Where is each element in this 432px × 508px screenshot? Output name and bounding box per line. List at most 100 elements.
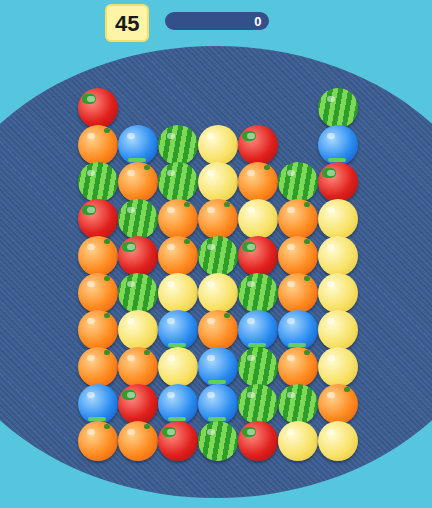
shine-icon bbox=[207, 244, 215, 250]
leaf-icon bbox=[104, 313, 110, 318]
watermelon-piece[interactable] bbox=[278, 162, 318, 202]
watermelon-piece[interactable] bbox=[158, 125, 198, 165]
empty-cell bbox=[278, 125, 318, 165]
lemon-piece[interactable] bbox=[158, 347, 198, 387]
orange-piece[interactable] bbox=[78, 236, 118, 276]
lemon-piece[interactable] bbox=[198, 273, 238, 313]
orange-piece[interactable] bbox=[78, 310, 118, 350]
orange-piece[interactable] bbox=[278, 199, 318, 239]
watermelon-piece[interactable] bbox=[118, 199, 158, 239]
watermelon-piece[interactable] bbox=[278, 384, 318, 424]
lemon-piece[interactable] bbox=[278, 421, 318, 461]
leaf-icon bbox=[304, 239, 310, 244]
blueberry-piece[interactable] bbox=[318, 125, 358, 165]
lemon-piece[interactable] bbox=[318, 421, 358, 461]
shine-icon bbox=[127, 207, 135, 213]
orange-piece[interactable] bbox=[318, 384, 358, 424]
leaf-icon bbox=[304, 276, 310, 281]
orange-piece[interactable] bbox=[118, 421, 158, 461]
watermelon-piece[interactable] bbox=[118, 273, 158, 313]
watermelon-piece[interactable] bbox=[198, 236, 238, 276]
lemon-piece[interactable] bbox=[158, 273, 198, 313]
strawberry-piece[interactable] bbox=[238, 236, 278, 276]
strawberry-piece[interactable] bbox=[158, 421, 198, 461]
strawberry-piece[interactable] bbox=[238, 421, 278, 461]
orange-piece[interactable] bbox=[158, 199, 198, 239]
lemon-piece[interactable] bbox=[118, 310, 158, 350]
orange-piece[interactable] bbox=[118, 162, 158, 202]
orange-piece[interactable] bbox=[278, 273, 318, 313]
empty-cell bbox=[118, 88, 158, 128]
orange-piece[interactable] bbox=[158, 236, 198, 276]
shine-icon bbox=[207, 355, 215, 361]
leaf-icon bbox=[104, 239, 110, 244]
watermelon-piece[interactable] bbox=[158, 162, 198, 202]
leaf-icon bbox=[104, 276, 110, 281]
game-screen: 450 bbox=[0, 0, 432, 508]
lemon-piece[interactable] bbox=[238, 199, 278, 239]
strawberry-piece[interactable] bbox=[118, 236, 158, 276]
leaf-icon bbox=[184, 202, 190, 207]
shine-icon bbox=[247, 392, 255, 398]
blueberry-piece[interactable] bbox=[158, 384, 198, 424]
leaf-icon bbox=[104, 424, 110, 429]
board-row bbox=[78, 199, 432, 236]
shine-icon bbox=[287, 244, 295, 250]
lemon-piece[interactable] bbox=[198, 162, 238, 202]
orange-piece[interactable] bbox=[278, 347, 318, 387]
lemon-piece[interactable] bbox=[318, 310, 358, 350]
lemon-piece[interactable] bbox=[198, 125, 238, 165]
hud: 450 bbox=[0, 0, 432, 48]
blueberry-piece[interactable] bbox=[78, 384, 118, 424]
shine-icon bbox=[87, 96, 95, 102]
shine-icon bbox=[287, 392, 295, 398]
watermelon-piece[interactable] bbox=[78, 162, 118, 202]
board-row bbox=[78, 162, 432, 199]
blueberry-piece[interactable] bbox=[198, 384, 238, 424]
board-row bbox=[78, 125, 432, 162]
orange-piece[interactable] bbox=[278, 236, 318, 276]
shine-icon bbox=[87, 281, 95, 287]
orange-piece[interactable] bbox=[238, 162, 278, 202]
orange-piece[interactable] bbox=[78, 421, 118, 461]
shine-icon bbox=[327, 96, 335, 102]
empty-cell bbox=[238, 88, 278, 128]
leaf-icon bbox=[224, 202, 230, 207]
board-row bbox=[78, 273, 432, 310]
shine-icon bbox=[287, 429, 295, 435]
watermelon-piece[interactable] bbox=[198, 421, 238, 461]
lemon-piece[interactable] bbox=[318, 199, 358, 239]
blueberry-piece[interactable] bbox=[118, 125, 158, 165]
moves-badge: 45 bbox=[105, 4, 149, 42]
strawberry-piece[interactable] bbox=[318, 162, 358, 202]
blueberry-piece[interactable] bbox=[278, 310, 318, 350]
watermelon-piece[interactable] bbox=[318, 88, 358, 128]
orange-piece[interactable] bbox=[198, 199, 238, 239]
lemon-piece[interactable] bbox=[318, 347, 358, 387]
board-row bbox=[78, 88, 432, 125]
watermelon-piece[interactable] bbox=[238, 347, 278, 387]
leaf-icon bbox=[224, 313, 230, 318]
strawberry-piece[interactable] bbox=[118, 384, 158, 424]
strawberry-piece[interactable] bbox=[238, 125, 278, 165]
watermelon-piece[interactable] bbox=[238, 273, 278, 313]
leaf-icon bbox=[264, 165, 270, 170]
lemon-piece[interactable] bbox=[318, 273, 358, 313]
blueberry-piece[interactable] bbox=[158, 310, 198, 350]
orange-piece[interactable] bbox=[78, 125, 118, 165]
shine-icon bbox=[87, 133, 95, 139]
watermelon-piece[interactable] bbox=[238, 384, 278, 424]
strawberry-piece[interactable] bbox=[78, 88, 118, 128]
lemon-piece[interactable] bbox=[318, 236, 358, 276]
strawberry-piece[interactable] bbox=[78, 199, 118, 239]
orange-piece[interactable] bbox=[118, 347, 158, 387]
blueberry-piece[interactable] bbox=[198, 347, 238, 387]
orange-piece[interactable] bbox=[198, 310, 238, 350]
shine-icon bbox=[247, 244, 255, 250]
orange-piece[interactable] bbox=[78, 273, 118, 313]
shine-icon bbox=[287, 318, 295, 324]
leaf-icon bbox=[184, 239, 190, 244]
blueberry-piece[interactable] bbox=[238, 310, 278, 350]
orange-piece[interactable] bbox=[78, 347, 118, 387]
shine-icon bbox=[207, 133, 215, 139]
